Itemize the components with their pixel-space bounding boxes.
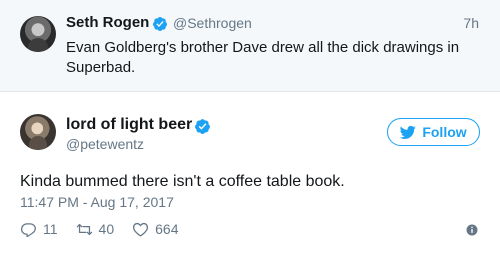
- author-name[interactable]: lord of light beer: [66, 116, 192, 134]
- retweet-button[interactable]: 40: [76, 221, 115, 238]
- follow-button[interactable]: Follow: [387, 118, 480, 146]
- like-button[interactable]: 664: [132, 221, 178, 238]
- verified-badge-icon: [152, 17, 167, 31]
- tweet-actions: 11 40 664: [20, 218, 196, 240]
- info-icon[interactable]: [466, 224, 478, 236]
- quoted-tweet[interactable]: Seth Rogen @Sethrogen 7h Evan Goldberg's…: [0, 0, 500, 92]
- retweet-count: 40: [98, 221, 115, 237]
- follow-button-label: Follow: [422, 124, 467, 140]
- reply-button[interactable]: 11: [20, 221, 58, 238]
- like-count: 664: [155, 221, 179, 237]
- reply-icon: [20, 222, 36, 237]
- tweet-timestamp[interactable]: 11:47 PM - Aug 17, 2017: [20, 194, 174, 210]
- verified-badge-icon: [195, 119, 210, 134]
- retweet-icon: [76, 223, 92, 235]
- twitter-bird-icon: [400, 125, 417, 139]
- quoted-author-handle[interactable]: @Sethrogen: [173, 15, 252, 31]
- quoted-tweet-time[interactable]: 7h: [463, 15, 479, 31]
- quoted-tweet-text: Evan Goldberg's brother Dave drew all th…: [66, 39, 460, 76]
- heart-icon: [133, 222, 149, 237]
- author-handle[interactable]: @petewentz: [66, 136, 144, 152]
- author-avatar[interactable]: [20, 114, 56, 150]
- reply-count: 11: [43, 221, 58, 237]
- quoted-author-name[interactable]: Seth Rogen: [66, 14, 149, 31]
- quoted-author-avatar[interactable]: [20, 16, 56, 52]
- tweet-text: Kinda bummed there isn't a coffee table …: [20, 173, 345, 190]
